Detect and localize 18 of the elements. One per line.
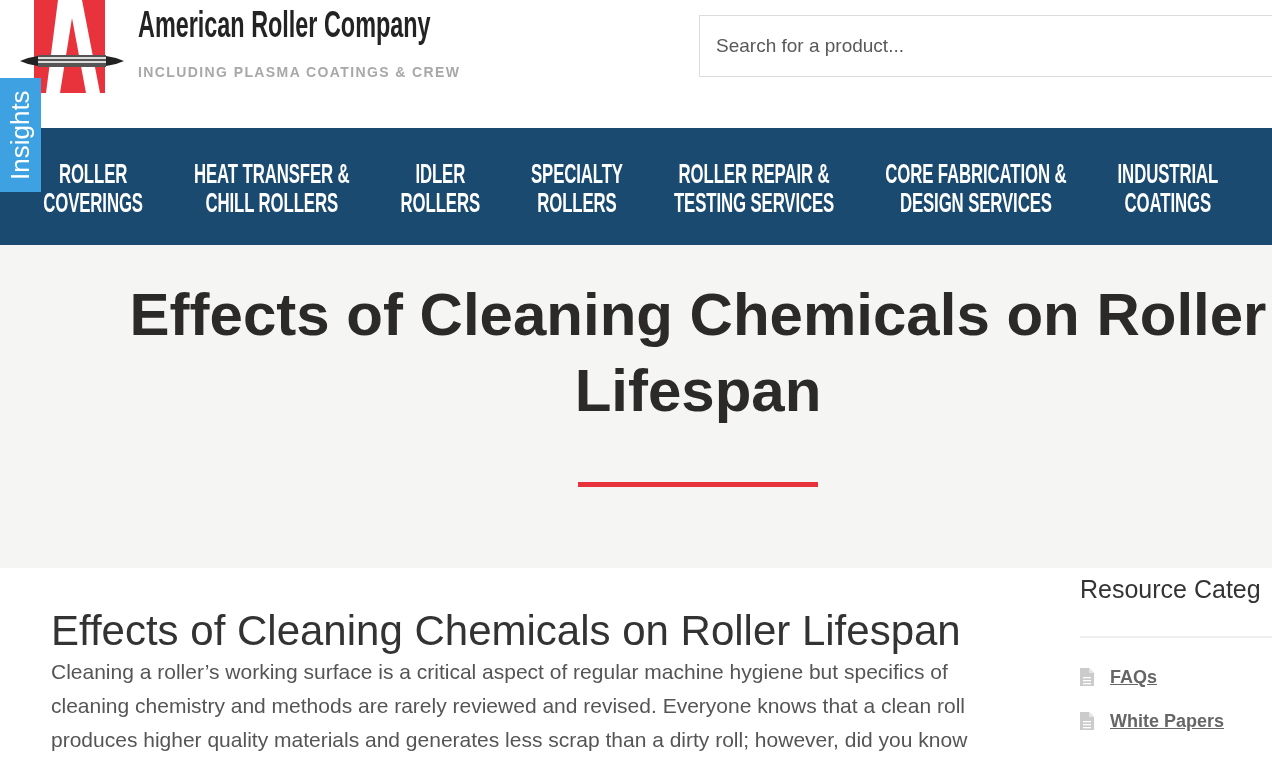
nav-link[interactable]: ROLLER COVERINGS — [43, 159, 143, 217]
category-link[interactable]: White Papers — [1110, 710, 1225, 732]
page-title: Effects of Cleaning Chemicals on Roller Lifespan — [128, 280, 1268, 426]
nav-link[interactable]: INDUSTRIAL COATINGS — [1117, 159, 1219, 217]
nav-link[interactable]: ROLLER REPAIR & TESTING SERVICES — [673, 159, 835, 217]
article-heading: Effects of Cleaning Chemicals on Roller Lifespan — [51, 607, 962, 655]
nav-link[interactable]: HEAT TRANSFER & CHILL ROLLERS — [193, 159, 350, 217]
sidebar-heading: Resource Categ — [1080, 574, 1262, 604]
search-field[interactable]: Search for a product... — [699, 15, 1272, 77]
article-paragraph: Cleaning a roller’s working surface is a critical aspect of regular machine hygiene but specifics of cleaning chemistry and methods are rarely reviewed and revised. Everyone knows that a clean roll produces higher quality materials and generates less scrap than a dirty roll; however, did you know — [51, 659, 969, 753]
company-name: American Roller Company — [138, 5, 431, 45]
nav-link[interactable]: CORE FABRICATION & DESIGN SERVICES — [885, 159, 1067, 217]
nav-link[interactable]: SPECIALTY ROLLERS — [531, 159, 623, 217]
document-icon — [1080, 668, 1094, 686]
document-icon — [1080, 712, 1094, 730]
category-link[interactable]: FAQs — [1110, 666, 1157, 688]
nav-link[interactable]: IDLER ROLLERS — [400, 159, 480, 217]
company-tagline: INCLUDING PLASMA COATINGS & CREW — [138, 63, 461, 81]
